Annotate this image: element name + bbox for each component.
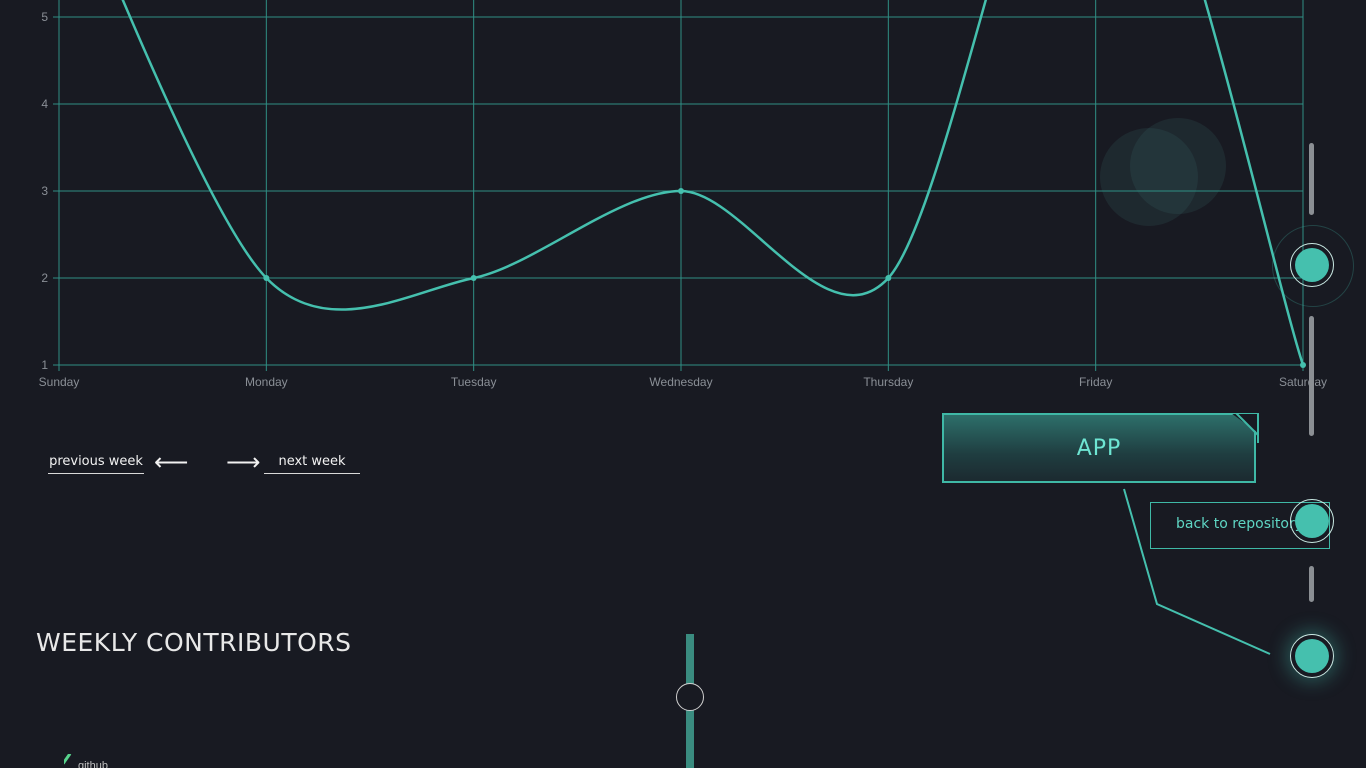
x-tick-label: Friday (1079, 375, 1112, 389)
contributor-avatar[interactable]: github (64, 754, 108, 768)
section-nav-dot-chart[interactable] (1290, 243, 1334, 287)
x-tick-label: Monday (245, 375, 288, 389)
slider-handle[interactable] (676, 683, 704, 711)
y-tick-label: 3 (41, 184, 48, 198)
section-nav-dot-contributors[interactable] (1290, 634, 1334, 678)
data-point (470, 275, 477, 281)
x-tick-label: Thursday (863, 375, 913, 389)
y-tick-label: 1 (41, 358, 48, 372)
x-tick-label: Saturday (1279, 375, 1327, 389)
data-point (885, 275, 892, 281)
app-button-label: APP (1076, 435, 1122, 461)
y-tick-label: 2 (41, 271, 48, 285)
nav-dot-core (1295, 504, 1329, 538)
next-week-button[interactable]: next week (264, 448, 360, 474)
x-tick-label: Sunday (39, 375, 80, 389)
section-nav-dot-buttons[interactable] (1290, 499, 1334, 543)
scroll-indicator-bar (1309, 143, 1314, 215)
y-tick-label: 5 (41, 10, 48, 24)
corner-notch-icon (1230, 413, 1259, 443)
arrow-left-icon[interactable]: ⟵ (154, 448, 188, 476)
scroll-indicator-bar (1309, 566, 1314, 602)
x-tick-label: Tuesday (451, 375, 497, 389)
nav-dot-core (1295, 639, 1329, 673)
data-point (263, 275, 270, 281)
arrow-right-icon[interactable]: ⟶ (226, 448, 260, 476)
x-tick-label: Wednesday (649, 375, 712, 389)
data-point (678, 188, 684, 194)
section-title-weekly-contributors: WEEKLY CONTRIBUTORS (36, 628, 352, 657)
nav-dot-core (1295, 248, 1329, 282)
app-button[interactable]: APP (942, 413, 1256, 483)
previous-week-button[interactable]: previous week (48, 448, 144, 474)
scroll-indicator-bar (1309, 316, 1314, 436)
y-tick-label: 4 (41, 97, 48, 111)
weekly-commits-line-chart: 1 2 3 4 5 Sunday Monday Tuesday Wednesday Thursda… (39, 0, 1327, 389)
data-point (1300, 362, 1306, 368)
avatar-alt-text: github (78, 760, 108, 768)
